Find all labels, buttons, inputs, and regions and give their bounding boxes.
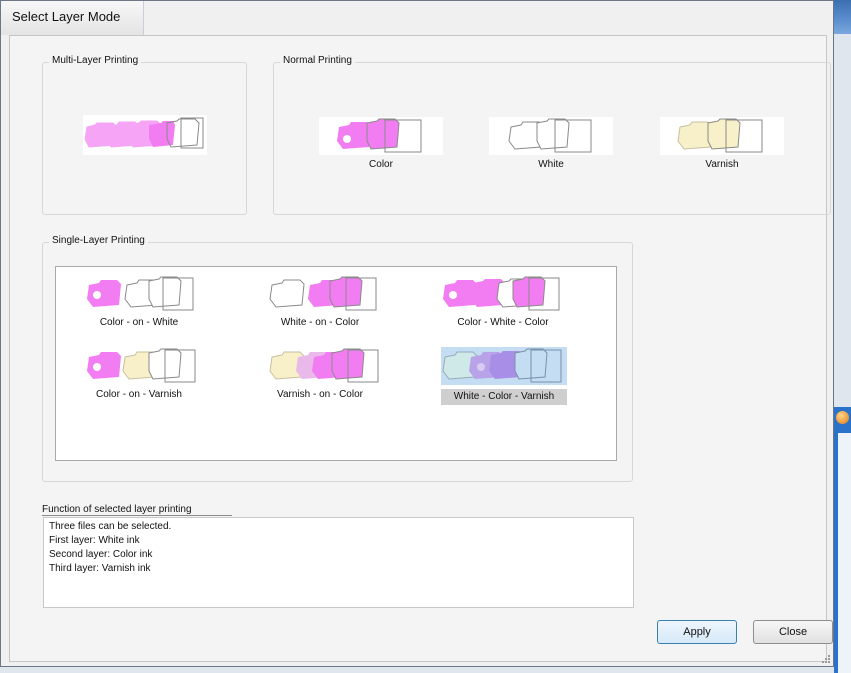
title-bar: Select Layer Mode (1, 1, 144, 35)
single-option-white-on-color[interactable]: White - on - Color (258, 275, 382, 331)
background-window-content (838, 433, 851, 673)
single-option-white-on-color-label: White - on - Color (280, 317, 360, 328)
varnish-on-color-thumbnail (269, 348, 379, 383)
multi-layer-label: Multi-Layer Printing (49, 55, 142, 66)
white-layer-thumbnail (489, 117, 613, 155)
single-option-white-color-varnish-label: White - Color - Varnish (441, 389, 567, 405)
single-option-varnish-on-color[interactable]: Varnish - on - Color (258, 347, 382, 403)
normal-printing-label: Normal Printing (280, 55, 355, 66)
function-label-underline (42, 515, 232, 516)
varnish-layer-thumbnail (660, 117, 784, 155)
function-line: Three files can be selected. (49, 521, 172, 532)
function-line: Third layer: Varnish ink (49, 563, 151, 574)
apply-button[interactable]: Apply (657, 620, 737, 644)
multi-layer-thumbnail (83, 115, 207, 155)
app-orb-icon (836, 411, 849, 424)
color-white-color-thumbnail (443, 276, 560, 311)
select-layer-mode-dialog: Select Layer Mode Multi-Layer Printing N… (0, 0, 834, 667)
normal-option-color[interactable]: Color (319, 117, 443, 173)
normal-option-varnish[interactable]: Varnish (660, 117, 784, 173)
single-option-color-white-color[interactable]: Color - White - Color (441, 275, 565, 331)
single-option-color-on-white-label: Color - on - White (99, 317, 179, 328)
color-on-white-thumbnail (87, 276, 194, 311)
normal-option-varnish-label: Varnish (705, 159, 739, 170)
normal-option-color-label: Color (369, 159, 393, 170)
single-option-color-white-color-label: Color - White - Color (457, 317, 549, 328)
single-option-white-color-varnish[interactable]: White - Color - Varnish (441, 347, 567, 405)
white-on-color-thumbnail (269, 276, 377, 311)
normal-option-white[interactable]: White (489, 117, 613, 173)
resize-grip-icon[interactable] (821, 654, 831, 664)
background-window-edge (834, 407, 851, 673)
single-layer-label: Single-Layer Printing (49, 235, 148, 246)
color-layer-thumbnail (319, 117, 443, 155)
close-button[interactable]: Close (753, 620, 833, 644)
function-line: Second layer: Color ink (49, 549, 153, 560)
function-line: First layer: White ink (49, 535, 140, 546)
white-color-varnish-thumbnail (441, 347, 567, 385)
dialog-title: Select Layer Mode (12, 9, 121, 24)
normal-option-white-label: White (538, 159, 564, 170)
function-label: Function of selected layer printing (42, 504, 192, 515)
single-option-color-on-white[interactable]: Color - on - White (77, 275, 201, 331)
color-on-varnish-thumbnail (87, 348, 196, 383)
multi-layer-option[interactable] (83, 115, 207, 155)
single-option-color-on-varnish[interactable]: Color - on - Varnish (77, 347, 201, 403)
function-description-box: Three files can be selected. First layer… (43, 517, 634, 608)
single-option-varnish-on-color-label: Varnish - on - Color (277, 389, 363, 400)
single-option-color-on-varnish-label: Color - on - Varnish (96, 389, 182, 400)
